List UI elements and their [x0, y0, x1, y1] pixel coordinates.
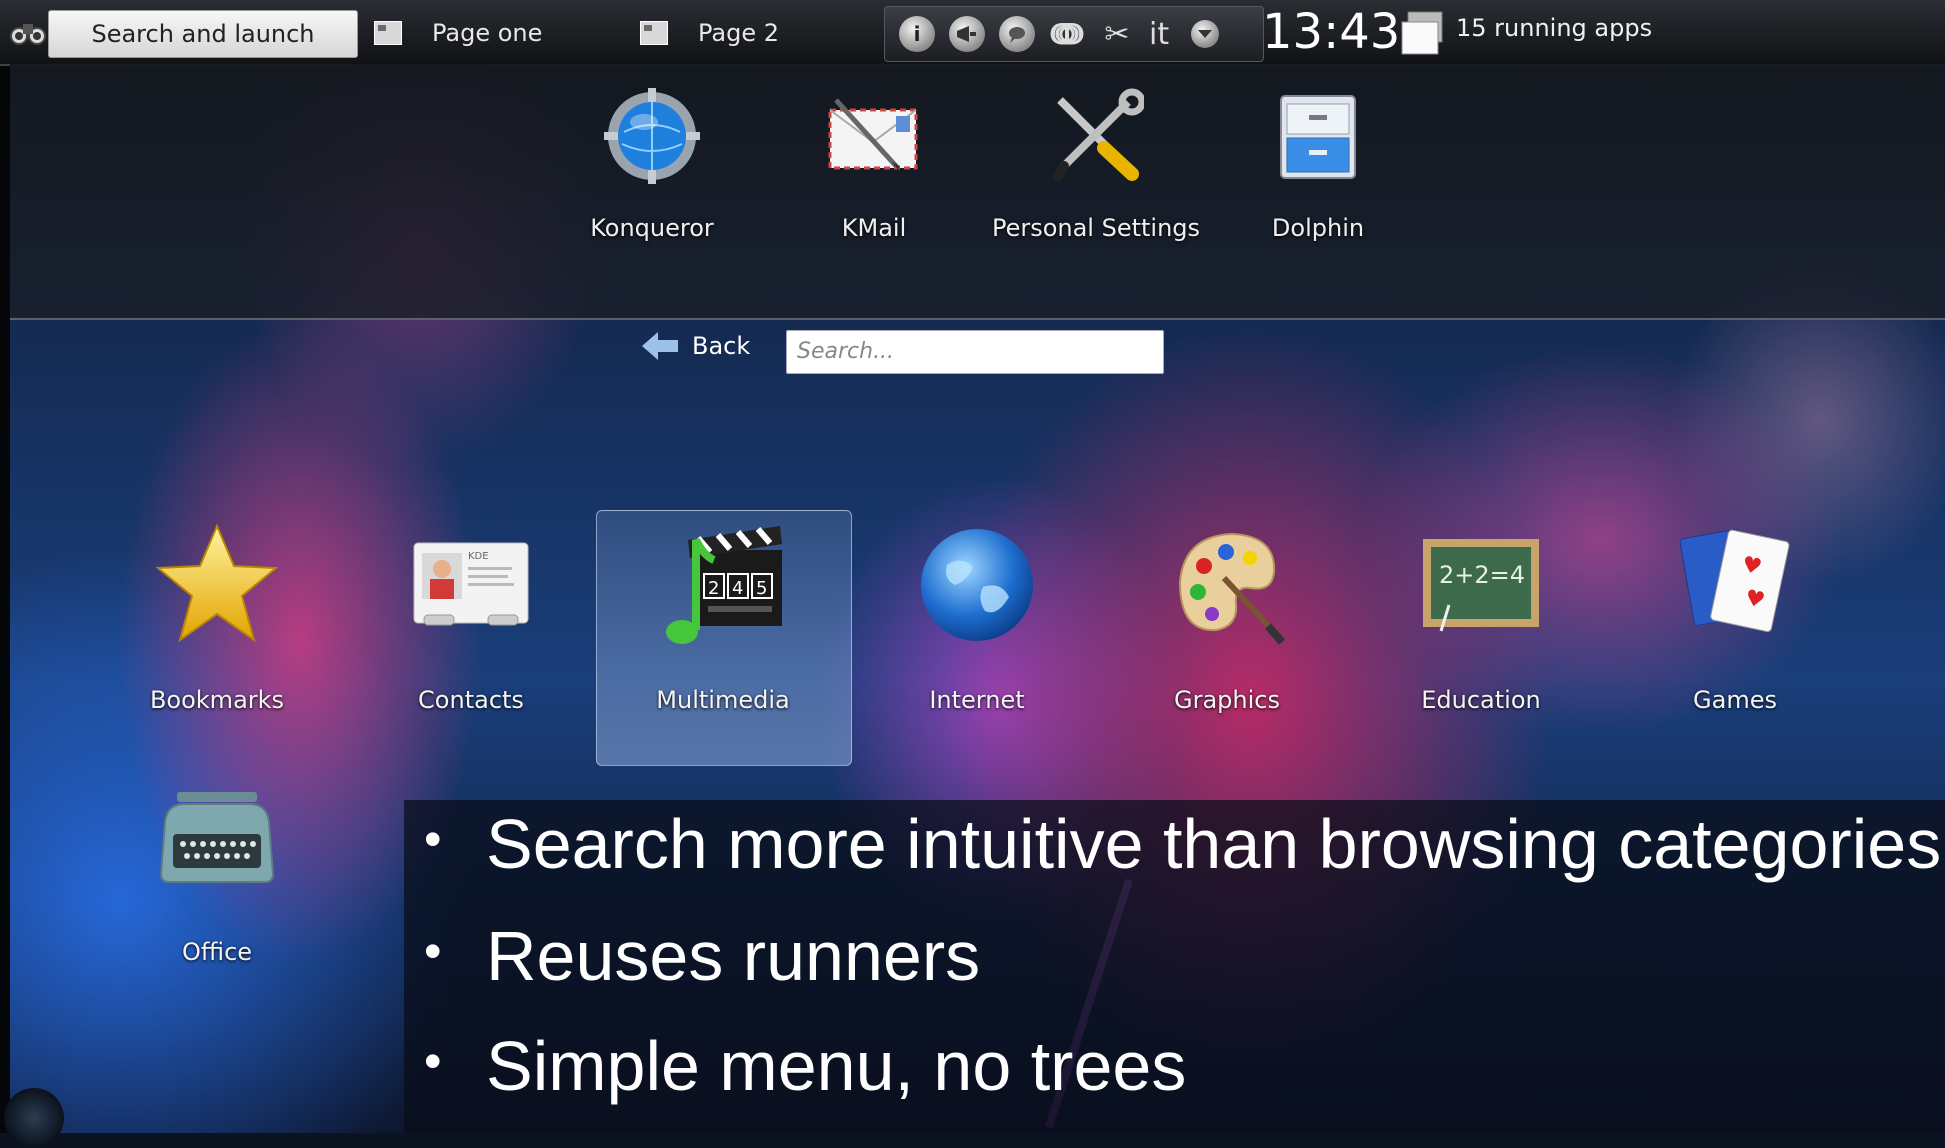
category-label: Graphics	[1174, 686, 1280, 714]
category-education[interactable]: 2+2=4 Education	[1354, 520, 1608, 714]
kmail-envelope-icon	[824, 86, 924, 186]
category-label: Contacts	[418, 686, 524, 714]
favorite-konqueror[interactable]: Konqueror	[542, 64, 762, 242]
slide-text-panel: Search more intuitive than browsing cate…	[404, 800, 1945, 1133]
chalkboard-icon: 2+2=4	[1416, 520, 1546, 650]
category-bookmarks[interactable]: Bookmarks	[90, 520, 344, 714]
star-icon	[152, 520, 282, 650]
palette-icon	[1162, 520, 1292, 650]
speech-bubble-icon[interactable]	[999, 16, 1035, 52]
chevron-down-icon[interactable]	[1191, 20, 1220, 48]
favorite-label: Dolphin	[1271, 214, 1365, 242]
keyboard-layout-indicator[interactable]: it	[1149, 17, 1169, 52]
search-and-launch-button[interactable]: Search and launch	[48, 10, 358, 58]
tab-page-2-label: Page 2	[698, 19, 779, 47]
back-label: Back	[692, 332, 751, 360]
plasma-cashew-icon[interactable]	[4, 1088, 64, 1148]
scissors-icon[interactable]: ✂	[1099, 16, 1135, 52]
favorite-label: Konqueror	[590, 214, 714, 242]
running-apps-icon[interactable]	[1400, 10, 1444, 56]
category-graphics[interactable]: Graphics	[1100, 520, 1354, 714]
page-icon	[640, 21, 668, 45]
contact-card-icon: KDE	[406, 520, 536, 650]
dolphin-cabinet-icon	[1268, 86, 1368, 186]
search-and-launch-label: Search and launch	[91, 20, 315, 48]
back-button[interactable]: Back	[640, 330, 750, 362]
megaphone-icon[interactable]	[949, 16, 985, 52]
category-label: Bookmarks	[149, 686, 285, 714]
tab-page-one[interactable]: Page one	[374, 10, 542, 56]
category-contacts[interactable]: KDE Contacts	[344, 520, 598, 714]
favorite-dolphin[interactable]: Dolphin	[1208, 64, 1428, 242]
digital-clock[interactable]: 13:43	[1262, 4, 1400, 60]
search-input[interactable]: Search...	[786, 330, 1164, 374]
clapperboard-icon: 2 4 5	[658, 520, 788, 650]
back-arrow-icon	[642, 332, 678, 360]
category-label: Internet	[929, 686, 1025, 714]
category-label: Multimedia	[656, 686, 790, 714]
category-internet[interactable]: Internet	[850, 520, 1104, 714]
category-label: Education	[1421, 686, 1541, 714]
globe-icon	[912, 520, 1042, 650]
system-tray: i ↈ ✂ it	[884, 6, 1264, 62]
screen-edge	[0, 0, 10, 1133]
category-multimedia[interactable]: 2 4 5 Multimedia	[596, 520, 850, 714]
settings-tools-icon	[1046, 86, 1146, 186]
top-panel: Search and launch Page one Page 2 i ↈ ✂ …	[0, 0, 1945, 66]
slide-bullet: Search more intuitive than browsing cate…	[424, 804, 1941, 884]
bluetooth-network-icon[interactable]: ↈ	[1049, 16, 1085, 52]
favorites-strip: Konqueror KMail Personal Settings Dolphi…	[10, 64, 1945, 320]
clapper-digit: 4	[732, 578, 743, 599]
chalkboard-text: 2+2=4	[1439, 561, 1525, 589]
favorite-label: Personal Settings	[991, 214, 1201, 242]
info-icon[interactable]: i	[899, 16, 935, 52]
favorite-kmail[interactable]: KMail	[764, 64, 984, 242]
favorite-label: KMail	[841, 214, 907, 242]
clapper-digit: 2	[708, 578, 719, 599]
playing-cards-icon: ♥ ♥	[1670, 520, 1800, 650]
running-apps-label[interactable]: 15 running apps	[1456, 14, 1652, 42]
favorite-personal-settings[interactable]: Personal Settings	[986, 64, 1206, 242]
category-office[interactable]: Office	[90, 772, 344, 966]
contact-card-text: KDE	[468, 551, 489, 562]
tab-page-one-label: Page one	[432, 19, 543, 47]
category-label: Games	[1693, 686, 1777, 714]
konqueror-globe-icon	[602, 86, 702, 186]
typewriter-icon	[152, 772, 282, 902]
info-icon-glyph: i	[913, 22, 921, 46]
slide-bullet: Reuses runners	[424, 916, 980, 996]
slide-bullet: Simple menu, no trees	[424, 1026, 1186, 1106]
category-label: Office	[181, 938, 253, 966]
clapper-digit: 5	[756, 578, 767, 599]
category-games[interactable]: ♥ ♥ Games	[1608, 520, 1862, 714]
binoculars-icon[interactable]	[10, 18, 46, 46]
page-icon	[374, 21, 402, 45]
tab-page-2[interactable]: Page 2	[640, 10, 779, 56]
